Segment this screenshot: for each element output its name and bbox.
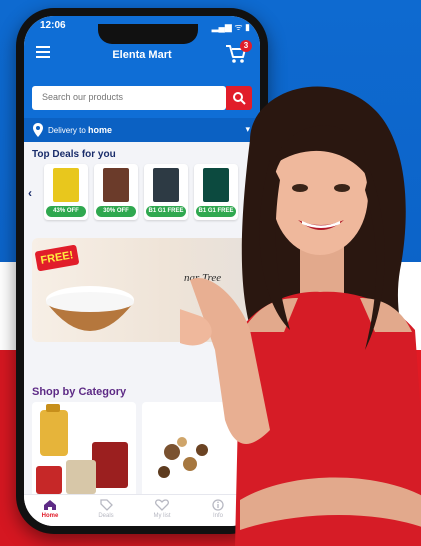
model-woman-image	[180, 86, 421, 546]
nav-item-home[interactable]: Home	[30, 499, 70, 519]
deal-card[interactable]: 43% OFF	[44, 164, 88, 220]
cart-count-badge: 3	[240, 40, 252, 52]
grocery-category-image	[36, 404, 128, 494]
cart-button[interactable]: 3	[224, 40, 252, 68]
shop-by-category-title: Shop by Category	[32, 386, 127, 398]
status-time: 12:06	[40, 20, 66, 31]
product-image	[53, 168, 79, 202]
nav-item-deals[interactable]: Deals	[86, 499, 126, 519]
category-card[interactable]	[32, 402, 136, 498]
nav-label: Deals	[98, 513, 114, 519]
nav-item-my-list[interactable]: My list	[142, 499, 182, 519]
status-icons: ▂▄▆ ᯤ ▮	[211, 22, 250, 32]
delivery-label: Delivery to	[48, 126, 86, 135]
nav-label: Home	[41, 513, 59, 519]
top-deals-title: Top Deals for you	[32, 149, 116, 160]
free-badge: FREE!	[34, 244, 80, 272]
chevron-left-icon[interactable]: ‹	[28, 186, 32, 200]
deal-badge: 43% OFF	[46, 206, 86, 217]
product-image	[153, 168, 179, 202]
nav-label: My list	[153, 513, 171, 519]
location-pin-icon	[33, 123, 43, 137]
sugar-bowl-image	[46, 286, 134, 331]
product-image	[103, 168, 129, 202]
heart-icon	[155, 499, 169, 511]
deal-card[interactable]: 30% OFF	[94, 164, 138, 220]
delivery-value: home	[88, 125, 113, 135]
tag-icon	[100, 499, 113, 511]
phone-notch	[98, 24, 198, 44]
deal-badge: 30% OFF	[96, 206, 136, 217]
home-icon	[44, 500, 56, 510]
